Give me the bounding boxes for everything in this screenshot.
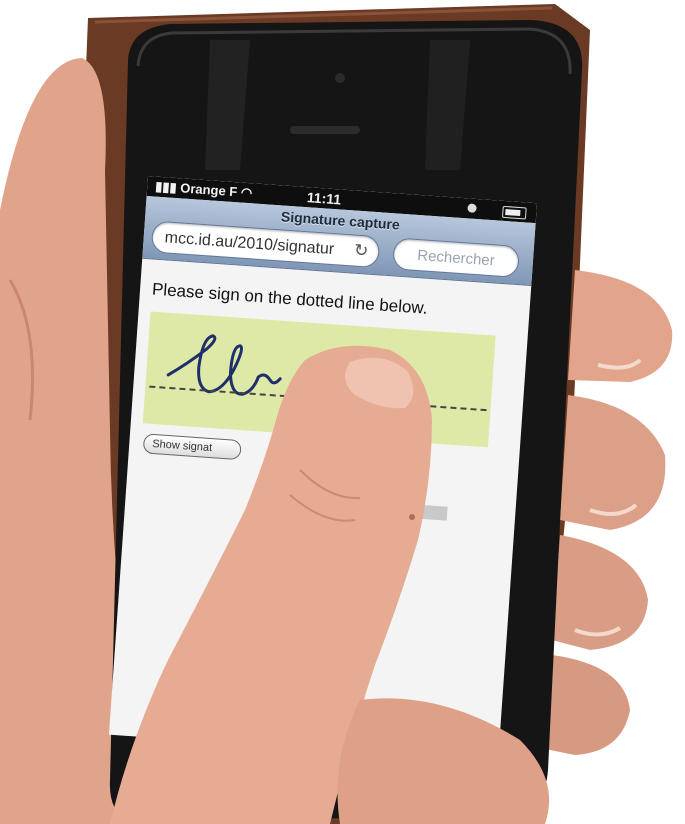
photo-foreground (110, 345, 550, 824)
lower-thumb (337, 698, 550, 824)
photo-scene: ▮▮▮ Orange F ◠ 11:11 Signature capture m… (0, 0, 685, 824)
